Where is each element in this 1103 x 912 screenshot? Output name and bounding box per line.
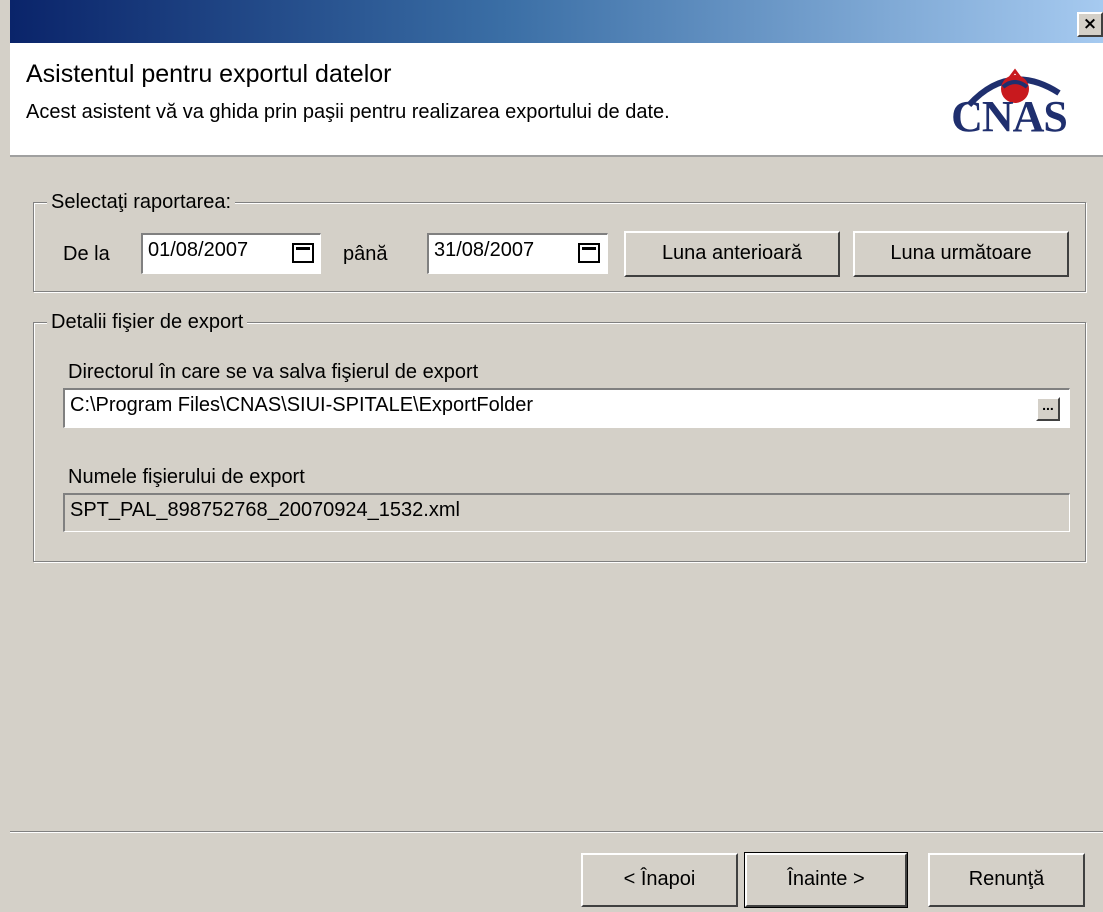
wizard-subtitle: Acest asistent vă va ghida prin paşii pe… bbox=[26, 101, 670, 123]
to-label: până bbox=[343, 243, 388, 265]
next-month-label: Luna următoare bbox=[890, 242, 1032, 264]
next-month-button[interactable]: Luna următoare bbox=[853, 231, 1069, 277]
cancel-label: Renunţă bbox=[968, 868, 1045, 890]
to-calendar-icon[interactable] bbox=[578, 243, 600, 263]
filename-value: SPT_PAL_898752768_20070924_1532.xml bbox=[70, 499, 460, 521]
from-label: De la bbox=[63, 243, 110, 265]
back-label: < Înapoi bbox=[623, 868, 696, 890]
browse-icon: ... bbox=[1042, 397, 1054, 413]
export-details-legend: Detalii fişier de export bbox=[47, 311, 248, 334]
filename-field: SPT_PAL_898752768_20070924_1532.xml bbox=[63, 493, 1070, 532]
close-icon: × bbox=[1082, 14, 1098, 34]
cancel-button[interactable]: Renunţă bbox=[928, 853, 1085, 907]
from-date-value: 01/08/2007 bbox=[148, 239, 249, 261]
footer-divider bbox=[10, 831, 1103, 833]
previous-month-button[interactable]: Luna anterioară bbox=[624, 231, 840, 277]
directory-value: C:\Program Files\CNAS\SIUI-SPITALE\Expor… bbox=[70, 394, 534, 416]
wizard-title: Asistentul pentru exportul datelor bbox=[26, 60, 392, 88]
browse-button[interactable]: ... bbox=[1036, 397, 1060, 421]
logo-text: CNAS bbox=[951, 92, 1068, 141]
filename-label: Numele fişierului de export bbox=[68, 466, 305, 488]
window-title-bar[interactable]: × bbox=[10, 0, 1103, 43]
report-selection-legend: Selectaţi raportarea: bbox=[47, 191, 236, 214]
next-button[interactable]: Înainte > bbox=[744, 852, 908, 908]
from-calendar-icon[interactable] bbox=[292, 243, 314, 263]
back-button[interactable]: < Înapoi bbox=[581, 853, 738, 907]
to-date-value: 31/08/2007 bbox=[434, 239, 535, 261]
directory-label: Directorul în care se va salva fişierul … bbox=[68, 361, 479, 383]
next-label: Înainte > bbox=[787, 868, 865, 890]
previous-month-label: Luna anterioară bbox=[661, 242, 803, 264]
cnas-logo: CNAS bbox=[929, 53, 1089, 148]
wizard-header: Asistentul pentru exportul datelor Acest… bbox=[10, 43, 1103, 157]
directory-input[interactable]: C:\Program Files\CNAS\SIUI-SPITALE\Expor… bbox=[63, 388, 1070, 428]
close-button[interactable]: × bbox=[1077, 12, 1103, 37]
